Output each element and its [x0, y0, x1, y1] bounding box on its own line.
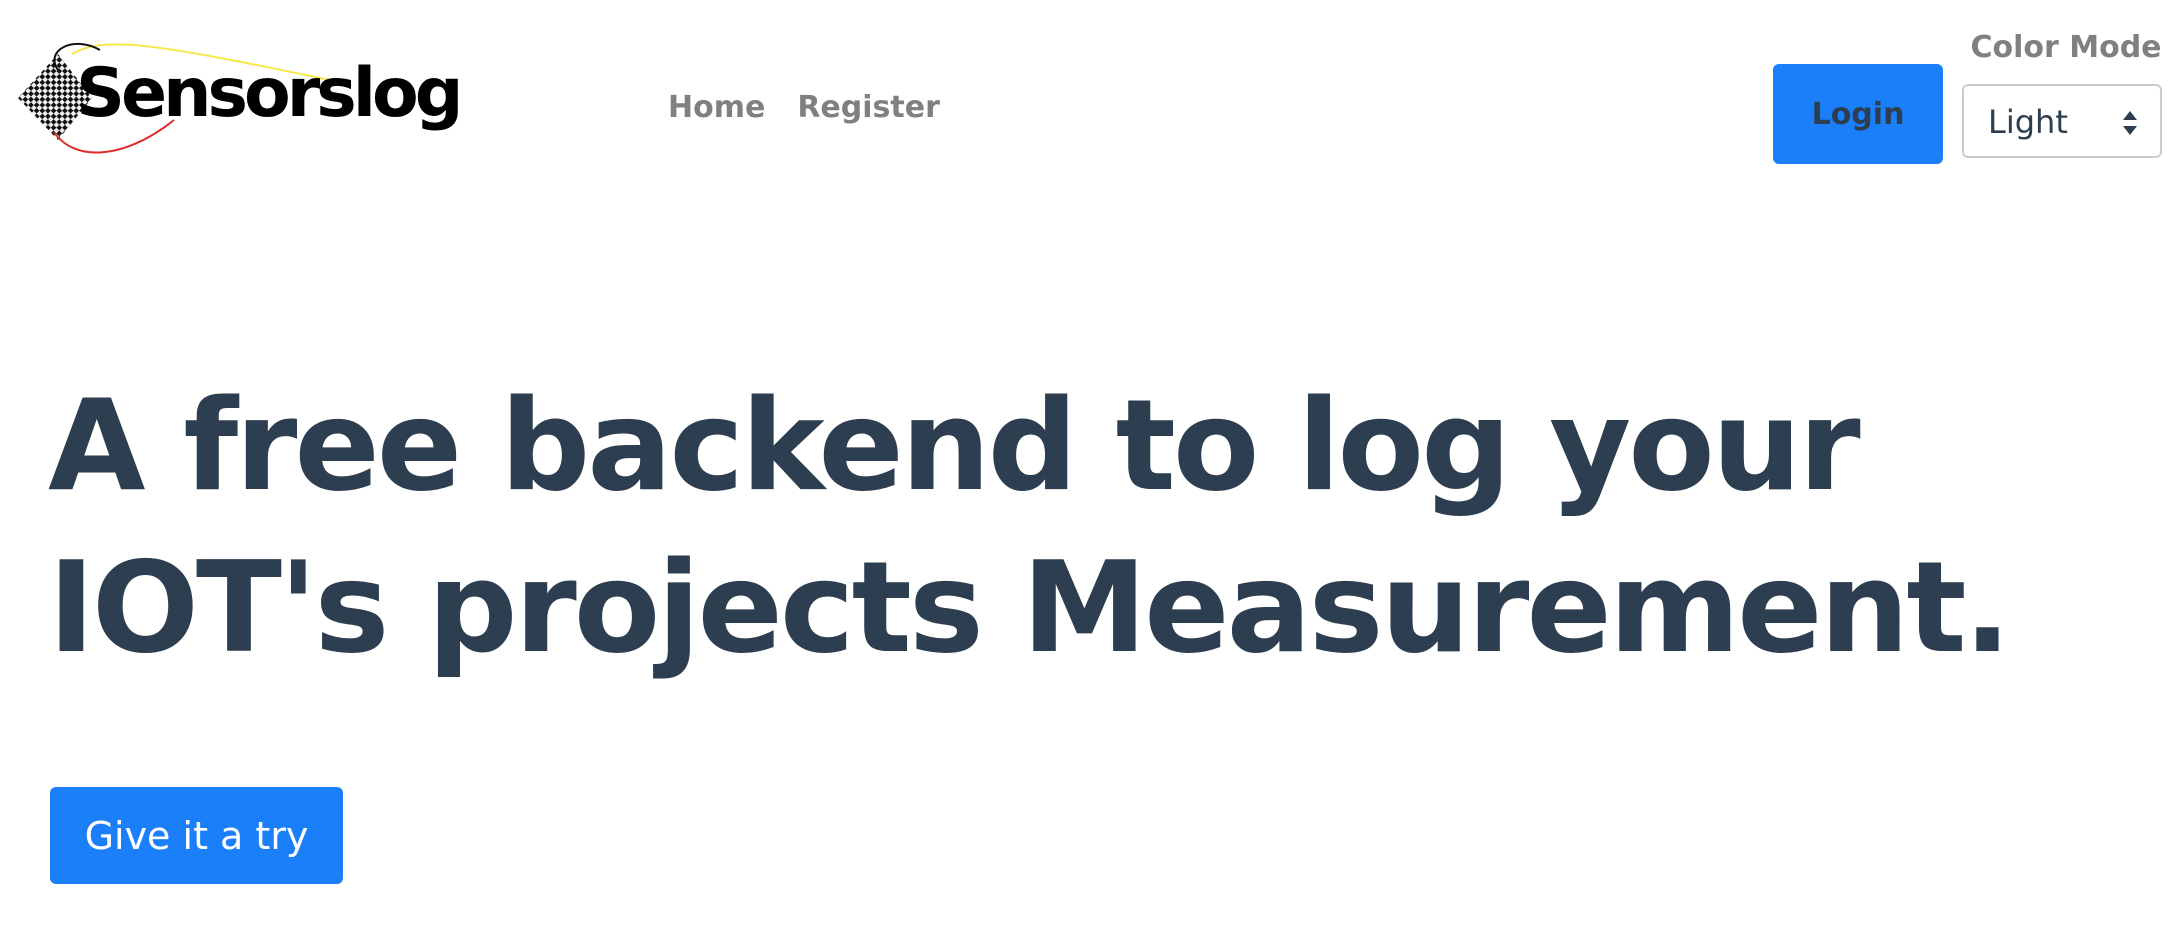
logo[interactable]: Sensorslog [14, 40, 474, 164]
give-it-a-try-button[interactable]: Give it a try [50, 787, 343, 884]
nav-register-link[interactable]: Register [797, 88, 940, 128]
chevron-up-down-icon [2123, 111, 2137, 135]
color-mode-select[interactable]: Light [1962, 84, 2162, 158]
hero-title-line-1: A free backend to log your [48, 372, 1861, 519]
nav-home-link[interactable]: Home [668, 88, 765, 128]
login-button[interactable]: Login [1773, 64, 1943, 164]
color-mode-control: Color Mode Light [1962, 28, 2162, 158]
main-nav: Home Register [668, 88, 940, 128]
color-mode-selected-value: Light [1988, 103, 2068, 141]
color-mode-label: Color Mode [1970, 30, 2162, 65]
logo-text: Sensorslog [76, 54, 463, 133]
hero-title-line-2: IOT's projects Measurement. [48, 534, 2011, 681]
hero-title: A free backend to log your IOT's project… [48, 365, 2148, 689]
